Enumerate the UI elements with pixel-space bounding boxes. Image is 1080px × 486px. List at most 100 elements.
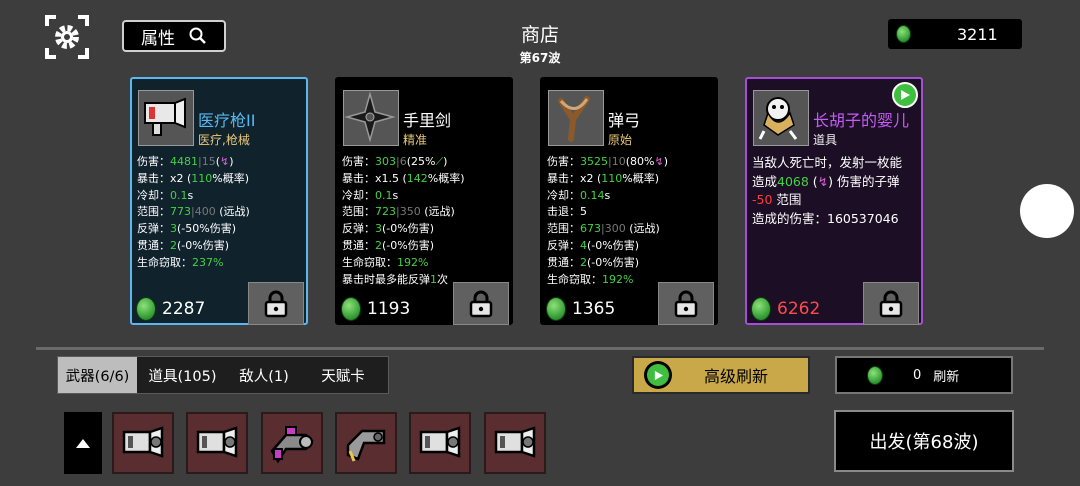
stat-line: 暴击：x2 (110%概率) [137,171,250,185]
medical-gun-icon [419,426,461,458]
play-icon [644,361,672,389]
padlock-icon [264,290,288,317]
stat-line: 冷却：0.14s [547,188,611,202]
shop-card[interactable]: 手里剑 精准 伤害：303|6(25%⟋) 暴击：x1.5 (142%概率) 冷却：… [335,77,513,325]
stat-line: 范围：723|350 (远战) [342,205,455,219]
price-value: 1193 [367,299,411,319]
stat-line: 范围：773|400 (远战) [137,205,250,219]
stat-line: 生命窃取：192% [547,272,634,286]
padlock-icon [879,290,903,317]
gear-icon [45,15,89,59]
coin-icon [546,297,566,321]
play-icon [901,90,910,100]
depart-button[interactable]: 出发(第68波) [834,410,1014,472]
item-icon [138,90,194,146]
wave-label: 第67波 [519,51,561,65]
item-price: 2287 [136,297,205,321]
item-icon [548,90,604,146]
money-display: 3211 [888,19,1022,49]
item-icon [343,90,399,146]
item-stats: 伤害：4481|15(↯) 暴击：x2 (110%概率) 冷却：0.1s 范围：773… [137,154,250,272]
stat-line: 反弹：4(-0%伤害) [547,238,640,252]
lock-button[interactable] [863,282,919,325]
stat-line: 反弹：3(-50%伤害) [137,222,237,236]
tab-enemies[interactable]: 敌人(1) [228,357,300,393]
refresh-button[interactable]: 0 刷新 [835,356,1013,394]
depart-label: 出发(第68波) [869,432,979,453]
stat-line: 贯通：2(-0%伤害) [547,255,640,269]
stat-line: 击退：5 [547,205,587,219]
coin-icon [896,25,911,43]
item-icon [753,90,809,146]
plasma-gun-icon [270,426,314,464]
stat-line: -50 范围 [752,192,802,208]
money-value: 3211 [957,24,998,44]
item-type: 精准 [403,133,428,147]
inventory-slot[interactable] [261,412,323,474]
search-icon [189,27,206,44]
stat-line: 生命窃取：237% [137,255,224,269]
attributes-search-button[interactable]: 属性 [122,20,226,52]
shuriken-icon [344,91,396,143]
stat-line: 冷却：0.1s [342,188,399,202]
stat-line: 冷却：0.1s [137,188,194,202]
divider [36,347,1044,350]
advanced-refresh-label: 高级刷新 [704,367,769,386]
tab-talent-cards[interactable]: 天赋卡 [300,357,386,393]
page-title: 商店 [520,24,559,46]
stat-line: 伤害：4481|15(↯) [137,155,234,168]
refresh-cost: 0 [913,367,922,383]
stat-line: 伤害：3525|10(80%↯) [547,155,668,168]
price-value: 1365 [572,299,616,319]
item-stats: 伤害：3525|10(80%↯) 暴击：x2 (110%概率) 冷却：0.14s 击退… [547,154,668,288]
advanced-refresh-button[interactable]: 高级刷新 [632,356,810,394]
settings-button[interactable] [44,14,90,60]
stat-line: 贯通：2(-0%伤害) [137,238,230,252]
item-type: 原始 [608,133,633,147]
padlock-icon [674,290,698,317]
item-stats: 当敌人死亡时，发射一枚能 造成4068 (↯) 伤害的子弹 -50 范围 造成的伤害：… [752,154,902,228]
lock-button[interactable] [248,282,304,325]
inventory-slot[interactable] [409,412,471,474]
coin-icon [341,297,361,321]
inventory-slot[interactable] [186,412,248,474]
stat-line: 生命窃取：192% [342,255,429,269]
item-type: 道具 [813,133,838,147]
expand-inventory-button[interactable] [64,412,102,474]
tab-items[interactable]: 道具(105) [137,357,228,393]
attributes-label: 属性 [141,28,175,49]
arrow-up-icon [76,439,90,448]
stat-line: 贯通：2(-0%伤害) [342,238,435,252]
inventory-slot[interactable] [335,412,397,474]
medical-gun-icon [196,426,238,458]
coin-icon [751,297,771,321]
taser-gun-icon [346,429,386,462]
lock-button[interactable] [658,282,714,325]
price-value: 2287 [162,299,206,319]
inventory-slot[interactable] [484,412,546,474]
stat-line: 暴击：x2 (110%概率) [547,171,660,185]
stat-line: 反弹：3(-0%伤害) [342,222,435,236]
price-value: 6262 [777,299,821,319]
item-name: 手里剑 [403,111,452,130]
shop-card[interactable]: 长胡子的婴儿 道具 当敌人死亡时，发射一枚能 造成4068 (↯) 伤害的子弹 -5… [745,77,923,325]
stat-line: 暴击：x1.5 (142%概率) [342,171,465,185]
medical-gun-icon [144,97,186,136]
item-price: 1365 [546,297,615,321]
shop-card[interactable]: 弹弓 原始 伤害：3525|10(80%↯) 暴击：x2 (110%概率) 冷却：0… [540,77,718,325]
shop-card[interactable]: 医疗枪II 医疗,枪械 伤害：4481|15(↯) 暴击：x2 (110%概率) 冷… [130,77,308,325]
stat-line: 造成4068 (↯) 伤害的子弹 [752,173,900,189]
lock-button[interactable] [453,282,509,325]
slingshot-icon [558,96,590,142]
item-name: 医疗枪II [198,111,256,130]
item-type: 医疗,枪械 [198,133,250,147]
stat-line: 暴击时最多能反弹1次 [342,272,448,286]
bearded-baby-icon [758,97,798,140]
item-price: 1193 [341,297,410,321]
stat-line: 范围：673|300 (远战) [547,222,660,236]
tab-weapons[interactable]: 武器(6/6) [58,357,137,393]
item-stats: 伤害：303|6(25%⟋) 暴击：x1.5 (142%概率) 冷却：0.1s 范围：… [342,154,465,288]
floating-assistive-button[interactable] [1020,184,1074,238]
padlock-icon [469,290,493,317]
inventory-slot[interactable] [112,412,174,474]
